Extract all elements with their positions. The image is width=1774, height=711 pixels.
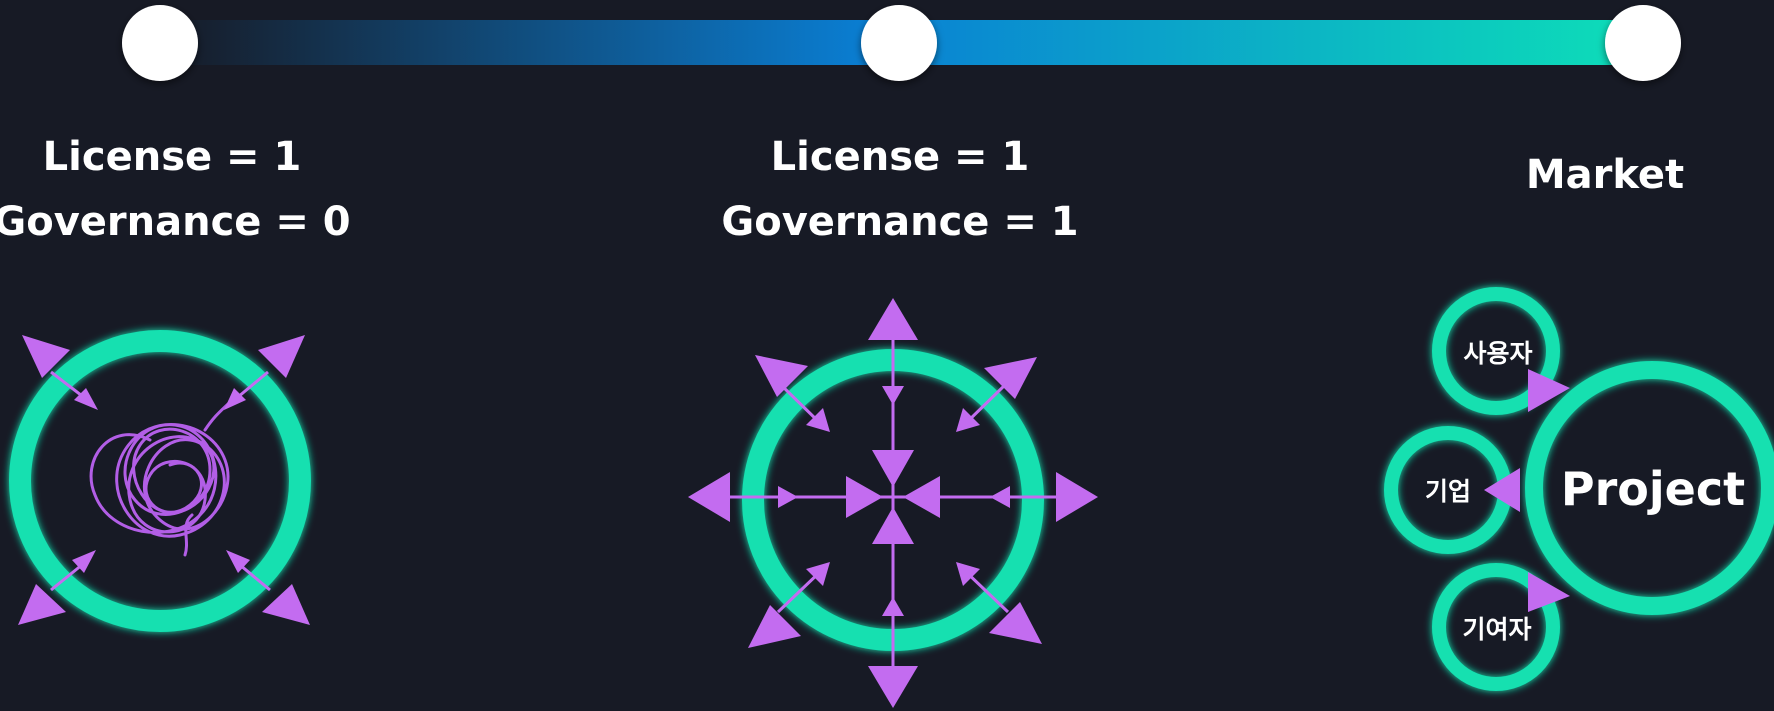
tangle-scribble-icon	[89, 400, 232, 557]
arrow-upper-right-outer-head	[258, 335, 305, 378]
stage-1-diagram	[9, 330, 311, 632]
arrowhead-right-ring	[990, 486, 1010, 508]
stage-1-license-label: License = 1	[43, 134, 302, 180]
stage-2-governance-label: Governance = 1	[721, 199, 1078, 245]
timeline-node-3	[1605, 5, 1681, 81]
arrowhead-center-bottom	[872, 507, 914, 544]
arrowhead-center-top	[872, 450, 914, 487]
timeline-node-1	[122, 5, 198, 81]
evolution-diagram: License = 1 Governance = 0 License = 1 G…	[0, 5, 1774, 708]
arrowhead-top-ring	[882, 386, 904, 405]
arrowhead-bottom-ring	[882, 597, 904, 616]
stage-2-license-label: License = 1	[771, 134, 1030, 180]
company-label: 기업	[1425, 477, 1471, 506]
stage-3-market-label: Market	[1526, 152, 1684, 198]
stage-2-diagram	[688, 298, 1098, 708]
contributor-label: 기여자	[1462, 615, 1531, 644]
diagram-canvas: License = 1 Governance = 0 License = 1 G…	[0, 0, 1774, 711]
arrowhead-bottom-outer	[868, 666, 918, 708]
timeline-node-2	[861, 5, 937, 81]
arrowhead-center-right	[903, 476, 940, 518]
arrowhead-center-left	[846, 476, 883, 518]
stage-3-diagram: Project 사용자 기업 기여자	[1384, 287, 1774, 691]
arrowhead-left-outer	[688, 472, 730, 522]
arrowhead-left-ring	[778, 486, 798, 508]
project-label: Project	[1561, 462, 1745, 516]
arrowhead-right-outer	[1056, 472, 1098, 522]
arrowhead-top-outer	[868, 298, 918, 340]
stage-1-governance-label: Governance = 0	[0, 199, 351, 245]
users-label: 사용자	[1463, 339, 1532, 368]
